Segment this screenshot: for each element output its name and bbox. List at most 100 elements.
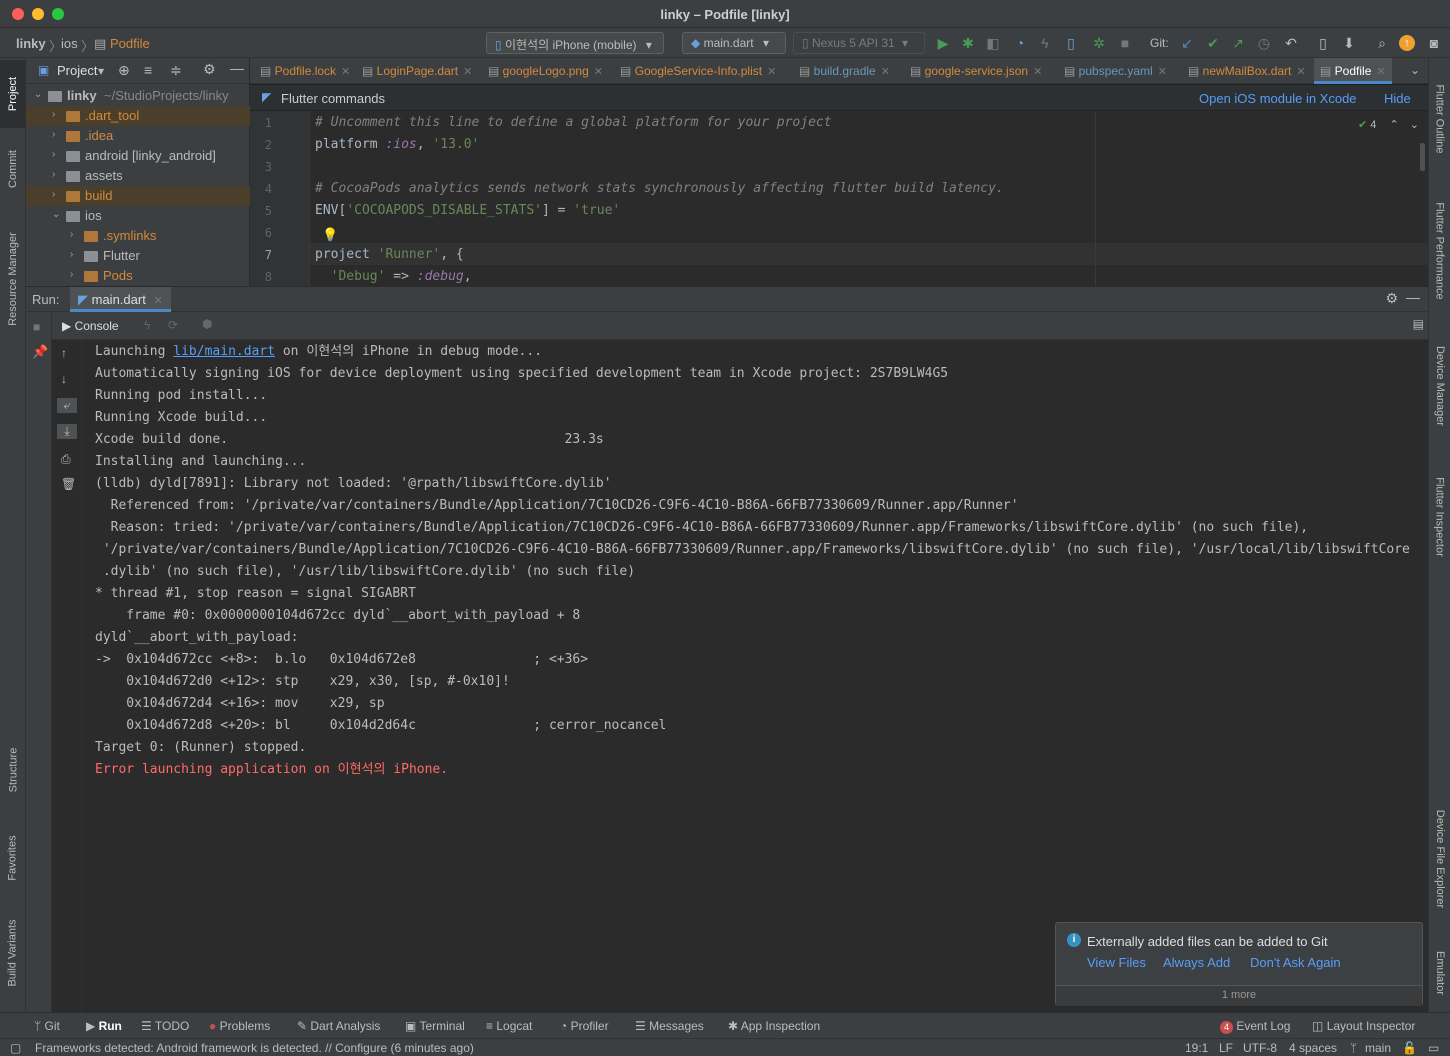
git-commit-icon[interactable]: ✔ <box>1204 34 1222 52</box>
always-add-link[interactable]: Always Add <box>1163 955 1230 970</box>
close-icon[interactable]: ✕ <box>153 295 162 307</box>
collapse-all-icon[interactable]: ≑ <box>170 62 182 79</box>
memory-indicator-icon[interactable]: ▭ <box>1428 1041 1439 1055</box>
breadcrumb-folder[interactable]: ios <box>61 36 78 51</box>
run-icon[interactable]: ▶ <box>934 34 952 52</box>
editor-tab[interactable]: ▤ googleLogo.png ✕ <box>482 58 609 84</box>
line-separator[interactable]: LF <box>1219 1041 1233 1055</box>
tree-item[interactable]: › .symlinks <box>26 226 250 246</box>
bottom-tab-todo[interactable]: ☰ TODO <box>141 1019 189 1033</box>
hot-restart-icon[interactable]: ⟳ <box>168 318 178 332</box>
device-selector[interactable]: ▯ 이현석의 iPhone (mobile) ▾ <box>486 32 664 54</box>
caret-position[interactable]: 19:1 <box>1185 1041 1208 1055</box>
git-rollback-icon[interactable]: ↶ <box>1282 34 1300 52</box>
file-link[interactable]: lib/main.dart <box>173 344 275 359</box>
editor-tab[interactable]: ▤ build.gradle ✕ <box>793 58 896 84</box>
close-icon[interactable]: ✕ <box>1158 66 1167 78</box>
view-files-link[interactable]: View Files <box>1087 955 1146 970</box>
pin-icon[interactable]: 📌 <box>32 344 48 360</box>
trash-icon[interactable]: 🗑 <box>61 477 76 491</box>
close-icon[interactable]: ✕ <box>1376 66 1385 78</box>
hide-panel-icon[interactable]: — <box>1406 289 1420 305</box>
tree-item[interactable]: › .dart_tool <box>26 106 250 126</box>
chevron-right-icon[interactable]: › <box>70 229 82 240</box>
chevron-down-icon[interactable]: ⌄ <box>34 89 46 100</box>
event-log-tab[interactable]: 4 Event Log <box>1220 1019 1290 1034</box>
tool-tab-project[interactable]: Project <box>0 60 26 128</box>
breadcrumb-file[interactable]: Podfile <box>110 36 150 51</box>
editor-tab[interactable]: ▤ google-service.json ✕ <box>904 58 1048 84</box>
console-output[interactable]: Launching lib/main.dart on 이현석의 iPhone i… <box>82 340 1428 1012</box>
file-encoding[interactable]: UTF-8 <box>1243 1041 1277 1055</box>
stop-icon[interactable]: ■ <box>33 320 40 334</box>
print-icon[interactable]: ⎙ <box>61 452 71 467</box>
tree-item[interactable]: › .idea <box>26 126 250 146</box>
indent-setting[interactable]: 4 spaces <box>1289 1041 1337 1055</box>
close-icon[interactable]: ✕ <box>1296 66 1305 78</box>
profile-icon[interactable]: ◔ <box>1011 34 1029 52</box>
tree-item[interactable]: › Pods <box>26 266 250 286</box>
tool-tab-resource-manager[interactable]: Resource Manager <box>0 214 26 344</box>
tree-item[interactable]: ⌄ linky ~/StudioProjects/linky <box>26 86 250 106</box>
hot-reload-icon[interactable]: ϟ <box>144 318 150 332</box>
arrow-up-icon[interactable]: ↑ <box>61 346 67 360</box>
lightbulb-icon[interactable]: 💡 <box>322 227 338 243</box>
bottom-tab-problems[interactable]: ● Problems <box>209 1019 270 1033</box>
layout-inspector-tab[interactable]: ◫ Layout Inspector <box>1312 1019 1415 1033</box>
bottom-tab-logcat[interactable]: ≡ Logcat <box>486 1019 532 1033</box>
editor-tab[interactable]: ▤ Podfile ✕ <box>1314 58 1392 84</box>
editor-scrollbar[interactable] <box>1420 143 1425 171</box>
tool-tab-favorites[interactable]: Favorites <box>0 820 26 896</box>
chevron-up-icon[interactable]: ⌃ <box>1389 119 1398 131</box>
locate-icon[interactable]: ⊕ <box>118 62 130 79</box>
tool-tab-emulator[interactable]: Emulator <box>1429 938 1450 1008</box>
git-history-icon[interactable]: ◷ <box>1255 34 1273 52</box>
tool-tab-device-manager[interactable]: Device Manager <box>1429 330 1450 442</box>
device-manager-icon[interactable]: ▯ <box>1314 34 1332 52</box>
chevron-right-icon[interactable]: › <box>52 109 64 120</box>
chevron-down-icon[interactable]: ⌄ <box>1410 119 1419 131</box>
bottom-tab-app-inspection[interactable]: ✱ App Inspection <box>728 1019 820 1033</box>
chevron-right-icon[interactable]: › <box>70 269 82 280</box>
scroll-to-end-icon[interactable]: ⤓ <box>57 424 77 439</box>
apply-changes-icon[interactable]: ▯ <box>1062 34 1080 52</box>
search-icon[interactable]: ⌕ <box>1373 34 1391 52</box>
gear-icon[interactable]: ⚙ <box>203 61 216 78</box>
arrow-down-icon[interactable]: ↓ <box>61 372 67 386</box>
chevron-right-icon[interactable]: › <box>52 169 64 180</box>
more-notifications[interactable]: 1 more <box>1056 985 1422 1006</box>
bottom-tab-profiler[interactable]: ◔ Profiler <box>560 1019 609 1033</box>
git-update-icon[interactable]: ↙ <box>1178 34 1196 52</box>
chevron-down-icon[interactable]: ⌄ <box>52 209 64 220</box>
bottom-tab-messages[interactable]: ☰ Messages <box>635 1019 704 1033</box>
tool-tab-flutter-inspector[interactable]: Flutter Inspector <box>1429 458 1450 576</box>
tool-tab-flutter-performance[interactable]: Flutter Performance <box>1429 186 1450 316</box>
git-push-icon[interactable]: ↗ <box>1229 34 1247 52</box>
bottom-tab-run[interactable]: ▶ Run <box>86 1019 122 1033</box>
tool-tab-build-variants[interactable]: Build Variants <box>0 908 26 998</box>
git-branch[interactable]: main <box>1365 1041 1391 1055</box>
close-icon[interactable]: ✕ <box>767 66 776 78</box>
tree-item[interactable]: › build <box>26 186 250 206</box>
bottom-tab-dart-analysis[interactable]: ✎ Dart Analysis <box>297 1019 380 1033</box>
chevron-down-icon[interactable]: ⌄ <box>1410 63 1420 77</box>
editor-tab[interactable]: ▤ GoogleService-Info.plist ✕ <box>614 58 782 84</box>
editor-tab[interactable]: ▤ pubspec.yaml ✕ <box>1058 58 1173 84</box>
project-view-selector[interactable]: Project <box>57 63 97 78</box>
open-devtools-icon[interactable]: ⬢ <box>202 317 212 331</box>
run-tab-main-dart[interactable]: ◤ main.dart ✕ <box>70 287 171 312</box>
console-tab[interactable]: ▶ Console <box>62 319 119 333</box>
editor-tab[interactable]: ▤ newMailBox.dart ✕ <box>1182 58 1312 84</box>
chevron-right-icon[interactable]: › <box>52 189 64 200</box>
tool-tab-structure[interactable]: Structure <box>0 732 26 808</box>
close-icon[interactable]: ✕ <box>594 66 603 78</box>
layout-icon[interactable]: ▤ <box>1413 317 1424 331</box>
chevron-right-icon[interactable]: › <box>70 249 82 260</box>
status-panel-icon[interactable]: ▢ <box>10 1041 21 1055</box>
code-editor[interactable]: 1 2 3 4 5 6 7 8 # Uncomment this line to define… <box>250 111 1428 286</box>
tool-tab-commit[interactable]: Commit <box>0 134 26 204</box>
soft-wrap-icon[interactable]: ⤶ <box>57 398 77 413</box>
tree-item[interactable]: › assets <box>26 166 250 186</box>
lock-icon[interactable]: 🔓 <box>1402 1041 1417 1055</box>
update-icon[interactable]: ↑ <box>1399 35 1415 51</box>
